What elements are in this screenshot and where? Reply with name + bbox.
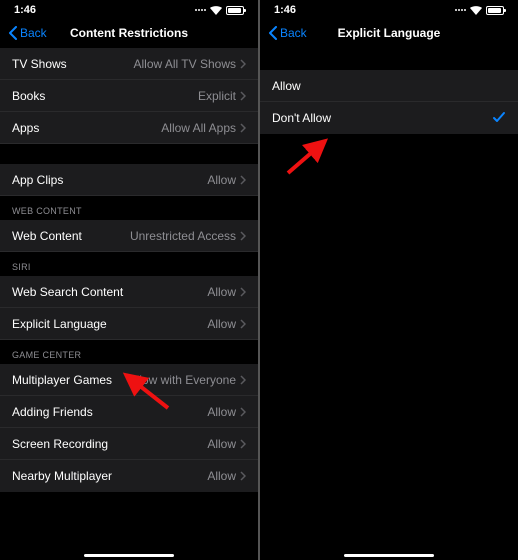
status-bar: 1:46 <box>0 0 258 18</box>
page-title: Content Restrictions <box>70 26 188 40</box>
chevron-right-icon <box>240 319 246 329</box>
status-bar: 1:46 <box>260 0 518 18</box>
option-allow[interactable]: Allow <box>260 70 518 102</box>
back-label: Back <box>20 26 47 40</box>
signal-icon <box>195 9 206 11</box>
status-time: 1:46 <box>274 4 296 16</box>
chevron-right-icon <box>240 375 246 385</box>
chevron-right-icon <box>240 175 246 185</box>
row-label: Web Content <box>12 229 82 243</box>
row-value: Allow <box>207 405 236 419</box>
row-label: Books <box>12 89 45 103</box>
chevron-right-icon <box>240 123 246 133</box>
back-label: Back <box>280 26 307 40</box>
wifi-icon <box>210 6 222 15</box>
row-nearby-multiplayer[interactable]: Nearby Multiplayer Allow <box>0 460 258 492</box>
row-adding-friends[interactable]: Adding Friends Allow <box>0 396 258 428</box>
row-label: Apps <box>12 121 39 135</box>
row-value: Unrestricted Access <box>130 229 236 243</box>
chevron-right-icon <box>240 439 246 449</box>
row-value: Allow All Apps <box>161 121 236 135</box>
row-apps[interactable]: Apps Allow All Apps <box>0 112 258 144</box>
row-label: Nearby Multiplayer <box>12 469 112 483</box>
row-value: Allow <box>207 469 236 483</box>
home-indicator[interactable] <box>344 554 434 557</box>
wifi-icon <box>470 6 482 15</box>
row-label: Adding Friends <box>12 405 93 419</box>
section-header-game-center: GAME CENTER <box>0 340 258 364</box>
back-button[interactable]: Back <box>2 22 53 44</box>
battery-icon <box>226 6 244 15</box>
nav-bar: Back Explicit Language <box>260 18 518 48</box>
row-app-clips[interactable]: App Clips Allow <box>0 164 258 196</box>
row-value: Allow <box>207 317 236 331</box>
row-label: Screen Recording <box>12 437 108 451</box>
right-screenshot: 1:46 Back Explicit Language Allow Don't … <box>260 0 518 560</box>
row-explicit-language[interactable]: Explicit Language Allow <box>0 308 258 340</box>
battery-icon <box>486 6 504 15</box>
chevron-left-icon <box>268 26 278 40</box>
row-web-search-content[interactable]: Web Search Content Allow <box>0 276 258 308</box>
option-label: Don't Allow <box>272 111 331 125</box>
nav-bar: Back Content Restrictions <box>0 18 258 48</box>
chevron-right-icon <box>240 471 246 481</box>
row-tv-shows[interactable]: TV Shows Allow All TV Shows <box>0 48 258 80</box>
row-value: Allow <box>207 285 236 299</box>
row-label: Multiplayer Games <box>12 373 112 387</box>
chevron-left-icon <box>8 26 18 40</box>
home-indicator[interactable] <box>84 554 174 557</box>
left-screenshot: 1:46 Back Content Restrictions TV Shows … <box>0 0 258 560</box>
row-value: Explicit <box>198 89 236 103</box>
chevron-right-icon <box>240 287 246 297</box>
option-dont-allow[interactable]: Don't Allow <box>260 102 518 134</box>
row-label: Web Search Content <box>12 285 123 299</box>
row-value: Allow All TV Shows <box>134 57 237 71</box>
row-screen-recording[interactable]: Screen Recording Allow <box>0 428 258 460</box>
section-header-web-content: WEB CONTENT <box>0 196 258 220</box>
chevron-right-icon <box>240 91 246 101</box>
row-value: Allow <box>207 173 236 187</box>
status-icons <box>195 6 244 15</box>
back-button[interactable]: Back <box>262 22 313 44</box>
status-time: 1:46 <box>14 4 36 16</box>
signal-icon <box>455 9 466 11</box>
row-books[interactable]: Books Explicit <box>0 80 258 112</box>
row-multiplayer-games[interactable]: Multiplayer Games Allow with Everyone <box>0 364 258 396</box>
chevron-right-icon <box>240 407 246 417</box>
option-label: Allow <box>272 79 301 93</box>
page-title: Explicit Language <box>338 26 441 40</box>
checkmark-icon <box>492 111 506 125</box>
row-label: App Clips <box>12 173 63 187</box>
section-header-siri: SIRI <box>0 252 258 276</box>
status-icons <box>455 6 504 15</box>
row-value: Allow with Everyone <box>129 373 236 387</box>
chevron-right-icon <box>240 59 246 69</box>
row-web-content[interactable]: Web Content Unrestricted Access <box>0 220 258 252</box>
chevron-right-icon <box>240 231 246 241</box>
row-label: TV Shows <box>12 57 67 71</box>
row-value: Allow <box>207 437 236 451</box>
row-label: Explicit Language <box>12 317 107 331</box>
